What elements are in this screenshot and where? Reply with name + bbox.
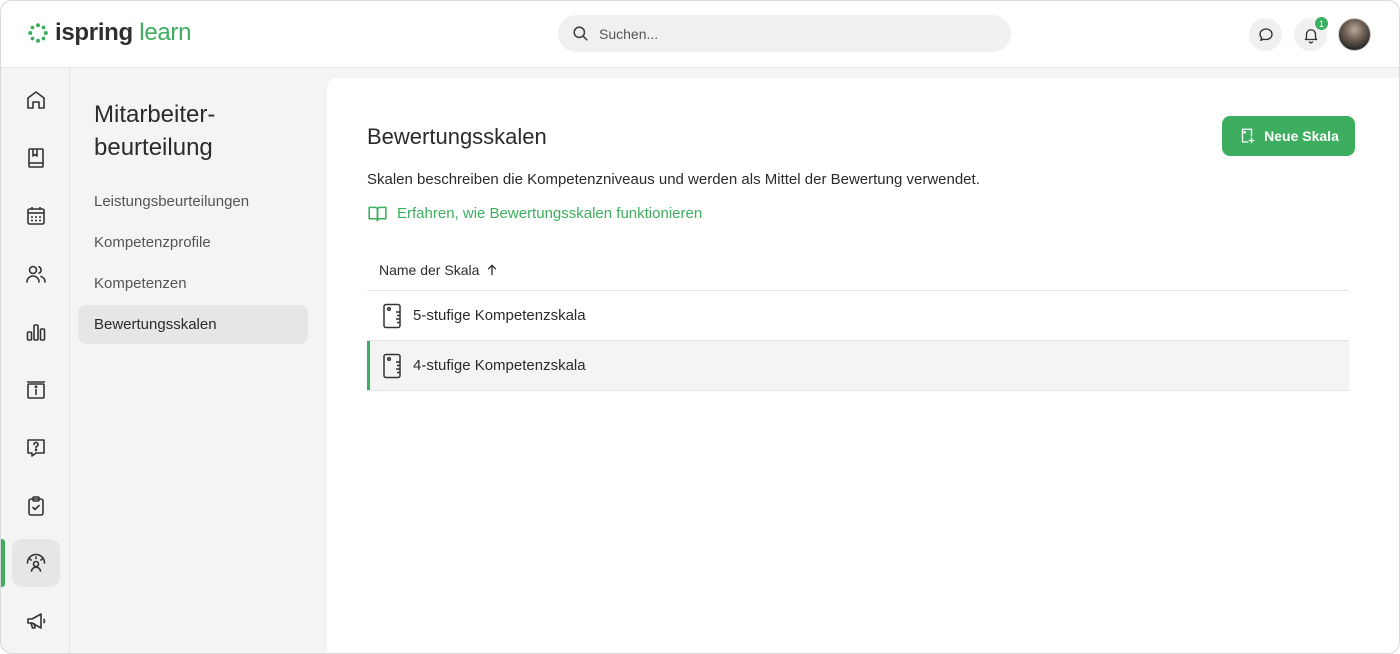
logo[interactable]: ispring learn: [27, 19, 191, 47]
rail-performance-review[interactable]: [12, 539, 60, 587]
rail-announcements[interactable]: [12, 597, 60, 645]
ispring-logo-icon: [28, 23, 48, 43]
new-scale-button[interactable]: Neue Skala: [1222, 116, 1355, 156]
rail-faq[interactable]: [12, 424, 60, 472]
search-input[interactable]: [599, 25, 979, 42]
section-sidebar: Mitarbeiter-beurteilung Leistungsbeurtei…: [71, 68, 326, 653]
nav-kompetenzen[interactable]: Kompetenzen: [78, 264, 308, 303]
rail-courses[interactable]: [12, 134, 60, 182]
nav-bewertungsskalen[interactable]: Bewertungsskalen: [78, 305, 308, 344]
rail-calendar[interactable]: [12, 192, 60, 240]
add-document-icon: [1241, 128, 1255, 144]
rail-tasks[interactable]: [12, 482, 60, 530]
sort-ascending-icon: [488, 264, 497, 276]
main-panel: Bewertungsskalen Neue Skala Skalen besch…: [327, 78, 1399, 653]
book-icon: [28, 148, 44, 168]
nav-kompetenzprofile[interactable]: Kompetenzprofile: [78, 223, 308, 262]
open-book-icon: [368, 206, 387, 222]
home-icon: [27, 91, 45, 109]
chat-bubble-icon: [1258, 27, 1273, 41]
page-title: Bewertungsskalen: [367, 124, 547, 149]
rail-reports[interactable]: [12, 308, 60, 356]
chat-button[interactable]: [1249, 18, 1282, 51]
scales-table: Name der Skala 5-stufige Kompetenzskala …: [367, 250, 1349, 391]
notification-badge: 1: [1314, 16, 1329, 31]
nav-leistungsbeurteilungen[interactable]: Leistungsbeurteilungen: [78, 182, 308, 221]
section-title: Mitarbeiter-beurteilung: [94, 101, 216, 161]
logo-word-learn: learn: [139, 19, 192, 46]
question-bubble-icon: [27, 439, 45, 457]
performance-review-icon: [26, 553, 46, 572]
help-link[interactable]: Erfahren, wie Bewertungsskalen funktioni…: [367, 203, 702, 224]
app-window: ispring learn 1: [0, 0, 1400, 654]
column-header-name[interactable]: Name der Skala: [367, 250, 1349, 291]
table-row[interactable]: 5-stufige Kompetenzskala: [367, 291, 1349, 341]
rail-active-indicator: [1, 539, 5, 587]
ruler-icon: [383, 353, 401, 378]
ruler-icon: [383, 303, 401, 328]
row-name: 4-stufige Kompetenzskala: [413, 357, 586, 374]
help-link-label: Erfahren, wie Bewertungsskalen funktioni…: [397, 205, 703, 222]
rail-users[interactable]: [12, 250, 60, 298]
megaphone-icon: [27, 613, 46, 629]
logo-text: ispring learn: [55, 19, 191, 47]
logo-word-ispring: ispring: [55, 19, 133, 46]
top-bar: ispring learn 1: [1, 1, 1399, 68]
page-description: Skalen beschreiben die Kompetenzniveaus …: [367, 171, 980, 188]
table-row[interactable]: 4-stufige Kompetenzskala: [367, 341, 1349, 391]
bar-chart-icon: [26, 324, 46, 341]
rail-home[interactable]: [12, 76, 60, 124]
row-name: 5-stufige Kompetenzskala: [413, 307, 586, 324]
info-box-icon: [27, 381, 45, 399]
icon-rail: [1, 68, 70, 653]
search-icon: [573, 26, 588, 41]
new-scale-label: Neue Skala: [1264, 128, 1339, 144]
notifications-button[interactable]: 1: [1294, 16, 1329, 51]
calendar-icon: [27, 207, 45, 225]
users-icon: [26, 265, 46, 283]
rail-info[interactable]: [12, 366, 60, 414]
user-avatar[interactable]: [1338, 18, 1371, 51]
column-header-label: Name der Skala: [379, 262, 480, 278]
clipboard-check-icon: [28, 496, 44, 516]
search-bar[interactable]: [558, 15, 1011, 52]
